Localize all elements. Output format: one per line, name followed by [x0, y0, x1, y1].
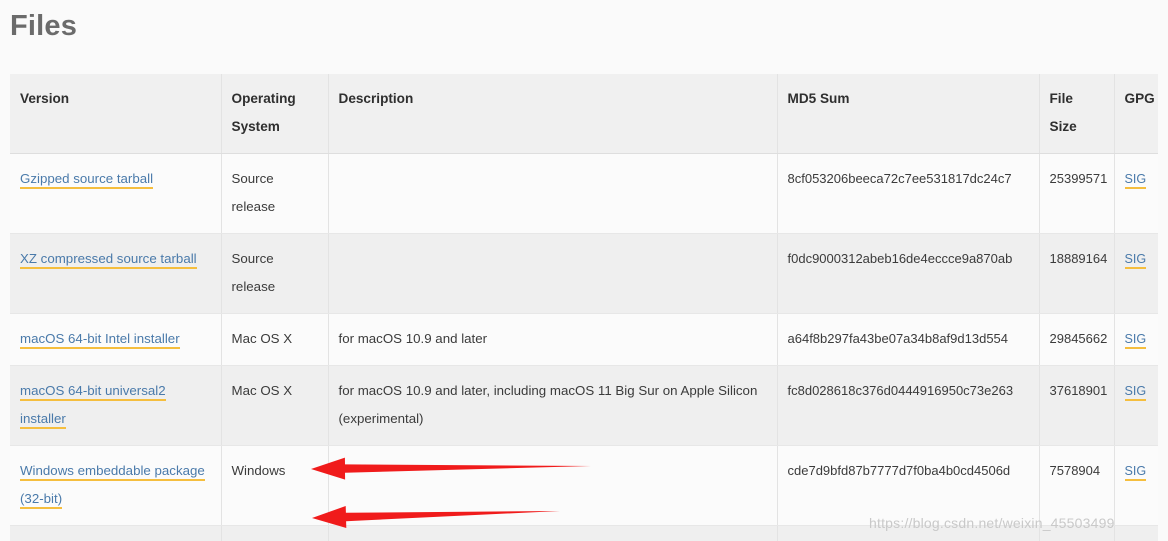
files-table-container: Version Operating System Description MD5… — [10, 74, 1158, 541]
cell-gpg: SIG — [1114, 365, 1158, 446]
table-row: Gzipped source tarball Source release 8cf0… — [10, 153, 1158, 234]
table-body: Gzipped source tarball Source release 8cf0… — [10, 153, 1158, 541]
column-header-md5-sum: MD5 Sum — [777, 74, 1040, 154]
cell-gpg: SIG — [1114, 233, 1158, 314]
table-row: XZ compressed source tarball Source relea… — [10, 233, 1158, 314]
cell-md5-sum: fc8d028618c376d0444916950c73e263 — [777, 365, 1040, 446]
cell-operating-system: Mac OS X — [221, 313, 329, 366]
column-header-operating-system: Operating System — [221, 74, 329, 154]
table-header: Version Operating System Description MD5… — [10, 74, 1158, 154]
gpg-sig-link[interactable]: SIG — [1124, 464, 1147, 481]
cell-file-size: 25399571 — [1039, 153, 1115, 234]
cell-md5-sum: f0dc9000312abeb16de4eccce9a870ab — [777, 233, 1040, 314]
cell-operating-system: Source release — [221, 153, 329, 234]
table-header-row: Version Operating System Description MD5… — [10, 74, 1158, 154]
cell-version: macOS 64-bit Intel installer — [10, 313, 222, 366]
cell-gpg: SIG — [1114, 313, 1158, 366]
cell-md5-sum: a64f8b297fa43be07a34b8af9d13d554 — [777, 313, 1040, 366]
cell-version: Gzipped source tarball — [10, 153, 222, 234]
column-header-file-size: File Size — [1039, 74, 1115, 154]
cell-version: macOS 64-bit universal2 installer — [10, 365, 222, 446]
version-download-link[interactable]: Gzipped source tarball — [20, 171, 154, 189]
cell-description — [328, 153, 778, 234]
cell-operating-system: Windows — [221, 525, 329, 541]
cell-version: XZ compressed source tarball — [10, 233, 222, 314]
version-download-link[interactable]: Windows embeddable package (32-bit) — [20, 463, 205, 509]
cell-operating-system: Mac OS X — [221, 365, 329, 446]
table-row: macOS 64-bit Intel installer Mac OS Xfor … — [10, 313, 1158, 366]
cell-operating-system: Windows — [221, 445, 329, 526]
gpg-sig-link[interactable]: SIG — [1124, 172, 1147, 189]
cell-md5-sum: cde7d9bfd87b7777d7f0ba4b0cd4506d — [777, 445, 1040, 526]
cell-file-size: 18889164 — [1039, 233, 1115, 314]
table-row: Windows embeddable package (32-bit) Windo… — [10, 445, 1158, 526]
version-download-link[interactable]: macOS 64-bit Intel installer — [20, 331, 180, 349]
version-download-link[interactable]: XZ compressed source tarball — [20, 251, 197, 269]
cell-gpg: SIG — [1114, 445, 1158, 526]
files-table: Version Operating System Description MD5… — [10, 74, 1158, 541]
cell-operating-system: Source release — [221, 233, 329, 314]
gpg-sig-link[interactable]: SIG — [1124, 252, 1147, 269]
cell-description — [328, 233, 778, 314]
gpg-sig-link[interactable]: SIG — [1124, 384, 1147, 401]
column-header-version: Version — [10, 74, 222, 154]
cell-gpg: SIG — [1114, 153, 1158, 234]
table-row: macOS 64-bit universal2 installer Mac OS … — [10, 365, 1158, 446]
files-download-page: Files Version Operating System Descripti… — [0, 0, 1168, 541]
cell-description: for macOS 10.9 and later — [328, 313, 778, 366]
cell-description — [328, 525, 778, 541]
cell-file-size: 29845662 — [1039, 313, 1115, 366]
cell-version: Windows embeddable package (32-bit) — [10, 445, 222, 526]
cell-md5-sum: 8cf053206beeca72c7ee531817dc24c7 — [777, 153, 1040, 234]
cell-version: Windows embeddable package (64-bit) — [10, 525, 222, 541]
gpg-sig-link[interactable]: SIG — [1124, 332, 1147, 349]
watermark-text: https://blog.csdn.net/weixin_45503499 — [869, 515, 1115, 531]
cell-description — [328, 445, 778, 526]
cell-description: for macOS 10.9 and later, including macO… — [328, 365, 778, 446]
cell-file-size: 37618901 — [1039, 365, 1115, 446]
column-header-gpg: GPG — [1114, 74, 1158, 154]
cell-file-size: 7578904 — [1039, 445, 1115, 526]
column-header-description: Description — [328, 74, 778, 154]
version-download-link[interactable]: macOS 64-bit universal2 installer — [20, 383, 166, 429]
page-title: Files — [10, 10, 78, 42]
cell-gpg: SIG — [1114, 525, 1158, 541]
